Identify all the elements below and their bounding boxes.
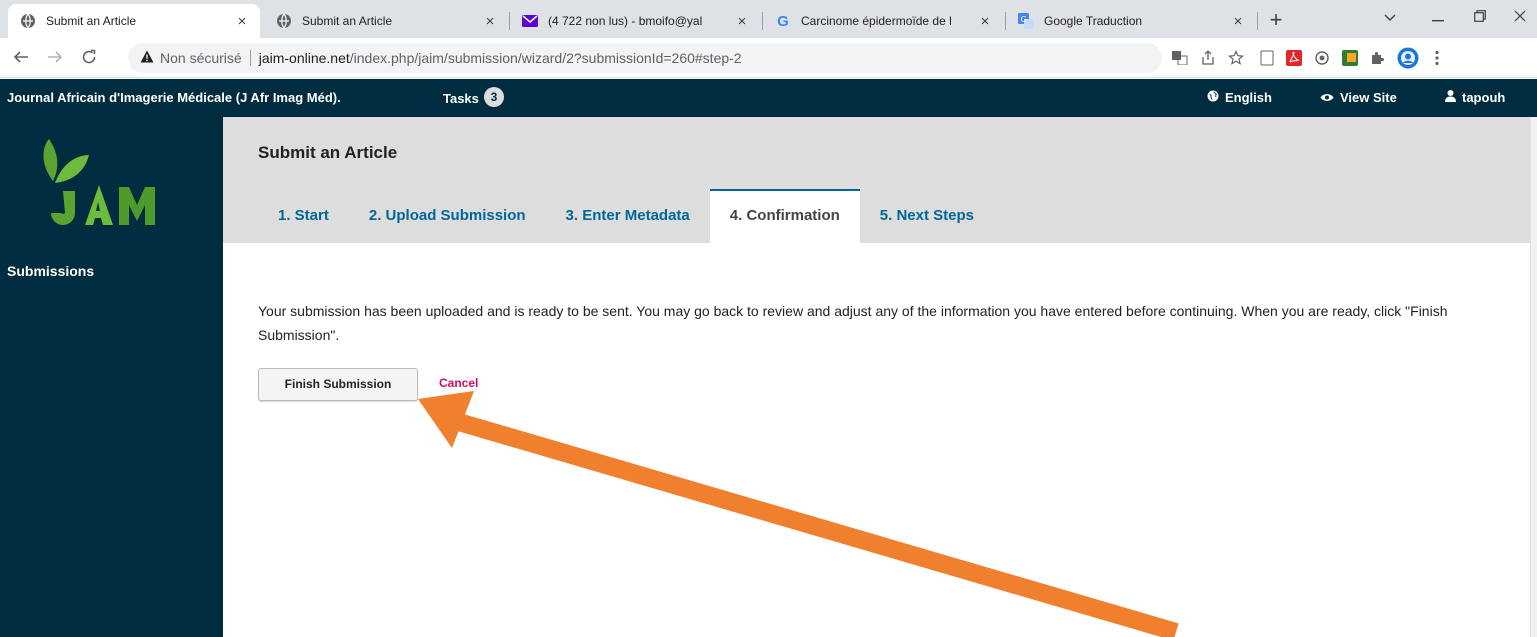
close-icon[interactable]: × — [1228, 13, 1248, 30]
tab-title: Google Traduction — [1044, 14, 1143, 28]
confirmation-message: Your submission has been uploaded and is… — [258, 303, 1448, 343]
globe-icon — [1207, 90, 1219, 105]
back-arrow-icon[interactable] — [8, 46, 34, 72]
browser-toolbar: Non sécurisé jaim-online.net/index.php/j… — [0, 38, 1537, 78]
finish-submission-button[interactable]: Finish Submission — [258, 368, 418, 401]
confirmation-panel: Your submission has been uploaded and is… — [223, 243, 1530, 637]
browser-tab-2[interactable]: (4 722 non lus) - bmoifo@yal × — [510, 4, 760, 38]
page-title: Submit an Article — [258, 143, 398, 162]
tracker-extension-icon[interactable] — [1312, 48, 1332, 68]
reading-list-icon[interactable] — [1257, 48, 1277, 68]
tab-title: Submit an Article — [46, 14, 137, 28]
tab-start[interactable]: 1. Start — [258, 189, 349, 243]
journal-title-link[interactable]: Journal Africain d'Imagerie Médicale (J … — [7, 90, 341, 105]
translate-page-icon[interactable] — [1170, 48, 1190, 68]
jaim-logo[interactable] — [35, 133, 185, 233]
security-label: Non sécurisé — [160, 50, 242, 66]
eye-icon — [1320, 91, 1334, 105]
user-menu[interactable]: tapouh — [1445, 90, 1505, 105]
browser-menu-icon[interactable] — [1427, 48, 1447, 68]
page-scrollbar[interactable] — [1530, 117, 1537, 637]
translate-icon: G — [1018, 13, 1034, 29]
sidebar-item-submissions[interactable]: Submissions — [7, 263, 94, 279]
view-site-label: View Site — [1340, 90, 1397, 105]
sidebar: Submissions — [0, 117, 223, 637]
bookmark-star-icon[interactable] — [1226, 48, 1246, 68]
tab-title: (4 722 non lus) - bmoifo@yal — [548, 14, 703, 28]
browser-tab-3[interactable]: G Carcinome épidermoïde de l × — [763, 4, 1003, 38]
mail-icon — [522, 13, 538, 29]
wizard-header: Submit an Article 1. Start 2. Upload Sub… — [223, 117, 1530, 243]
username-label: tapouh — [1462, 90, 1506, 105]
globe-icon — [20, 13, 36, 29]
tab-divider — [1257, 12, 1258, 30]
tasks-count-badge: 3 — [483, 87, 504, 107]
user-icon — [1445, 90, 1456, 105]
restore-icon[interactable] — [1460, 4, 1500, 32]
grammar-extension-icon[interactable] — [1340, 48, 1360, 68]
language-menu[interactable]: English — [1207, 90, 1272, 105]
pdf-extension-icon[interactable] — [1284, 48, 1304, 68]
close-icon[interactable]: × — [732, 13, 752, 30]
tab-title: Submit an Article — [302, 14, 393, 28]
tab-confirmation[interactable]: 4. Confirmation — [709, 189, 860, 243]
share-icon[interactable] — [1198, 48, 1218, 68]
cancel-link[interactable]: Cancel — [439, 376, 478, 390]
tab-title: Carcinome épidermoïde de l — [801, 14, 952, 28]
divider — [249, 50, 251, 66]
browser-tab-4[interactable]: G Google Traduction × — [1006, 4, 1256, 38]
tasks-button[interactable]: Tasks 3 — [443, 87, 504, 107]
language-label: English — [1225, 90, 1272, 105]
wizard-tabs: 1. Start 2. Upload Submission 3. Enter M… — [258, 189, 994, 243]
close-window-icon[interactable] — [1503, 4, 1537, 32]
browser-tab-1[interactable]: Submit an Article × — [264, 4, 508, 38]
profile-avatar-icon[interactable] — [1397, 47, 1419, 69]
globe-icon — [276, 13, 292, 29]
puzzle-extensions-icon[interactable] — [1368, 48, 1388, 68]
view-site-link[interactable]: View Site — [1320, 90, 1397, 105]
browser-tab-strip: Submit an Article × Submit an Article × … — [0, 0, 1537, 38]
svg-text:G: G — [1021, 15, 1027, 24]
google-icon: G — [777, 12, 789, 30]
close-icon[interactable]: × — [975, 13, 995, 30]
reload-icon[interactable] — [76, 46, 102, 72]
address-bar[interactable]: Non sécurisé jaim-online.net/index.php/j… — [128, 43, 1162, 73]
new-tab-button[interactable]: + — [1262, 7, 1290, 35]
tab-upload-submission[interactable]: 2. Upload Submission — [349, 189, 546, 243]
url-host: jaim-online.net — [258, 50, 350, 66]
forward-arrow-icon[interactable] — [42, 46, 68, 72]
tasks-label: Tasks — [443, 91, 479, 106]
url-path: /index.php/jaim/submission/wizard/2?subm… — [349, 50, 742, 66]
tab-enter-metadata[interactable]: 3. Enter Metadata — [546, 189, 710, 243]
tab-next-steps[interactable]: 5. Next Steps — [860, 189, 994, 243]
minimize-icon[interactable] — [1418, 4, 1458, 32]
app-header: Journal Africain d'Imagerie Médicale (J … — [0, 79, 1537, 117]
warning-icon — [140, 50, 154, 66]
tab-search-icon[interactable] — [1370, 4, 1410, 32]
close-icon[interactable]: × — [480, 13, 500, 30]
close-icon[interactable]: × — [232, 13, 252, 30]
browser-tab-0[interactable]: Submit an Article × — [8, 4, 260, 38]
